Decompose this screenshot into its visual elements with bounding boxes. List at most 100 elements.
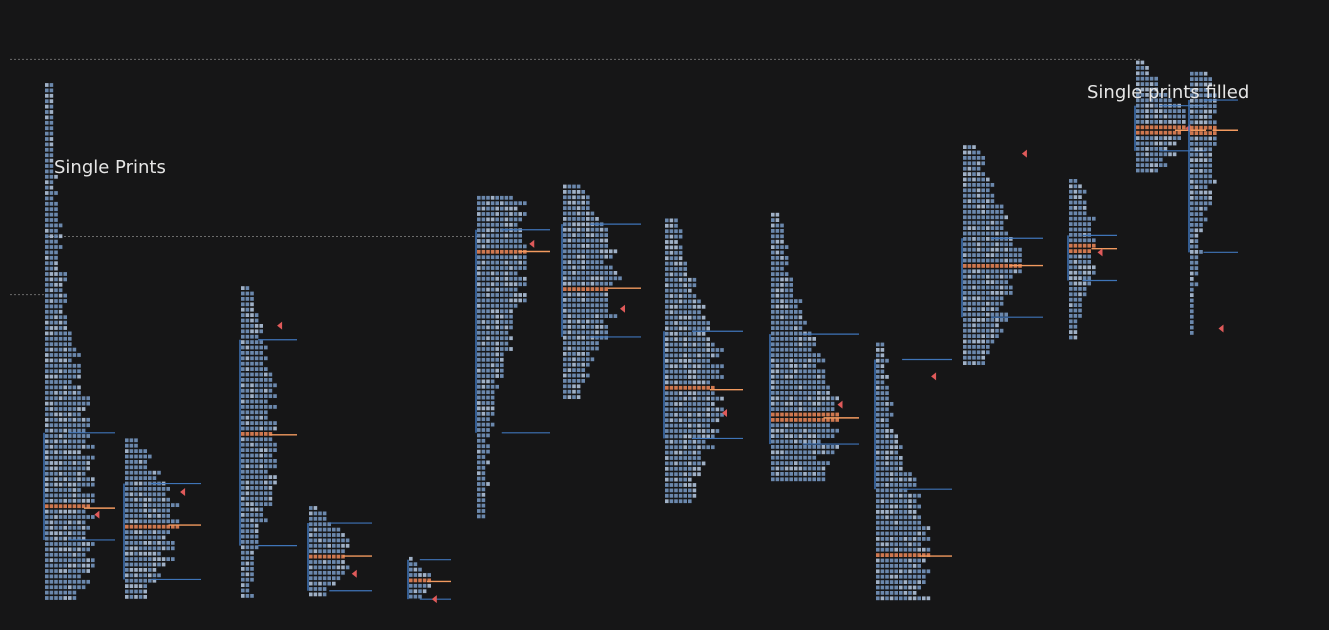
- tpo-letter: [45, 223, 49, 228]
- tpo-letter: [665, 261, 669, 266]
- tpo-letter: [697, 439, 701, 444]
- tpo-row: [563, 373, 590, 378]
- tpo-row: [477, 492, 486, 497]
- tpo-letter: [903, 483, 908, 487]
- tpo-row: [771, 380, 826, 384]
- tpo-letter: [771, 218, 775, 222]
- tpo-letter: [590, 217, 595, 221]
- tpo-letter: [972, 307, 976, 311]
- tpo-letter: [995, 258, 999, 263]
- tpo-letter: [981, 172, 985, 176]
- tpo-letter: [490, 379, 495, 384]
- tpo-letter: [86, 482, 90, 487]
- tpo-letter: [332, 538, 336, 543]
- tpo-letter: [576, 222, 581, 227]
- tpo-letter: [889, 569, 894, 574]
- tpo-row: [563, 281, 613, 286]
- tpo-letter: [963, 199, 967, 203]
- tpo-letter: [273, 464, 277, 469]
- tpo-letter: [513, 276, 518, 281]
- tpo-letter: [683, 423, 687, 428]
- tpo-letter: [803, 439, 807, 444]
- tpo-letter: [706, 375, 710, 379]
- tpo-letter: [49, 191, 54, 195]
- tpo-letter: [45, 93, 49, 98]
- tpo-row: [477, 206, 518, 211]
- tpo-letter: [692, 445, 697, 450]
- tpo-letter: [1203, 120, 1208, 125]
- tpo-letter: [967, 285, 972, 290]
- tpo-letter: [1168, 125, 1172, 130]
- tpo-letter: [789, 445, 793, 449]
- tpo-row: [665, 499, 692, 504]
- tpo-letter: [775, 461, 780, 465]
- tpo-letter: [563, 298, 567, 302]
- tpo-letter: [477, 228, 481, 233]
- tpo-letter: [486, 444, 490, 449]
- tpo-letter: [669, 445, 674, 450]
- tpo-letter: [81, 439, 86, 444]
- tpo-row: [1069, 297, 1082, 302]
- tpo-row: [241, 556, 254, 560]
- tpo-letter: [509, 266, 513, 270]
- tpo-letter: [963, 312, 967, 317]
- tpo-letter: [1082, 281, 1087, 286]
- tpo-letter: [45, 547, 49, 552]
- tpo-letter: [665, 461, 669, 466]
- tpo-letter: [812, 337, 816, 341]
- tpo-letter: [49, 207, 54, 212]
- tpo-letter: [963, 247, 967, 252]
- tpo-letter: [967, 318, 972, 322]
- tpo-letter: [972, 242, 976, 247]
- tpo-row: [876, 596, 931, 601]
- tpo-letter: [995, 301, 999, 306]
- tpo-letter: [880, 369, 885, 374]
- tpo-letter: [674, 461, 678, 466]
- tpo-letter: [572, 308, 576, 313]
- tpo-letter: [63, 315, 67, 320]
- tpo-letter: [477, 417, 481, 422]
- tpo-letter: [674, 250, 678, 255]
- tpo-letter: [688, 299, 692, 304]
- tpo-letter: [976, 172, 981, 176]
- tpo-letter: [54, 482, 58, 487]
- tpo-letter: [54, 493, 58, 498]
- tpo-letter: [780, 304, 784, 309]
- tpo-letter: [63, 461, 67, 465]
- tpo-letter: [1082, 200, 1087, 205]
- tpo-row: [771, 310, 803, 314]
- tpo-letter: [49, 515, 54, 519]
- tpo-letter: [327, 543, 331, 548]
- tpo-letter: [665, 245, 669, 250]
- tpo-row: [477, 417, 490, 422]
- tpo-letter: [1190, 185, 1194, 189]
- tpo-letter: [241, 426, 245, 431]
- tpo-letter: [798, 418, 803, 422]
- tpo-letter: [697, 423, 701, 428]
- tpo-letter: [481, 422, 486, 427]
- tpo-letter: [54, 342, 58, 347]
- tpo-letter: [68, 509, 72, 514]
- tpo-letter: [669, 472, 674, 477]
- tpo-letter: [1213, 136, 1217, 141]
- tpo-letter: [486, 449, 490, 454]
- tpo-letter: [876, 358, 880, 363]
- tpo-letter: [148, 557, 152, 561]
- tpo-letter: [490, 195, 495, 200]
- tpo-letter: [678, 348, 683, 352]
- tpo-letter: [134, 568, 138, 572]
- tpo-letter: [678, 294, 683, 298]
- tpo-letter: [876, 472, 880, 476]
- tpo-row: [771, 423, 830, 428]
- tpo-letter: [336, 538, 341, 543]
- tpo-letter: [477, 492, 481, 497]
- tpo-letter: [999, 253, 1004, 257]
- tpo-letter: [683, 277, 687, 282]
- tpo-letter: [771, 272, 775, 276]
- tpo-letter: [688, 472, 692, 477]
- tpo-letter: [771, 320, 775, 325]
- tpo-letter: [807, 461, 812, 465]
- tpo-letter: [45, 115, 49, 120]
- tpo-row: [876, 515, 921, 520]
- tpo-letter: [599, 325, 604, 329]
